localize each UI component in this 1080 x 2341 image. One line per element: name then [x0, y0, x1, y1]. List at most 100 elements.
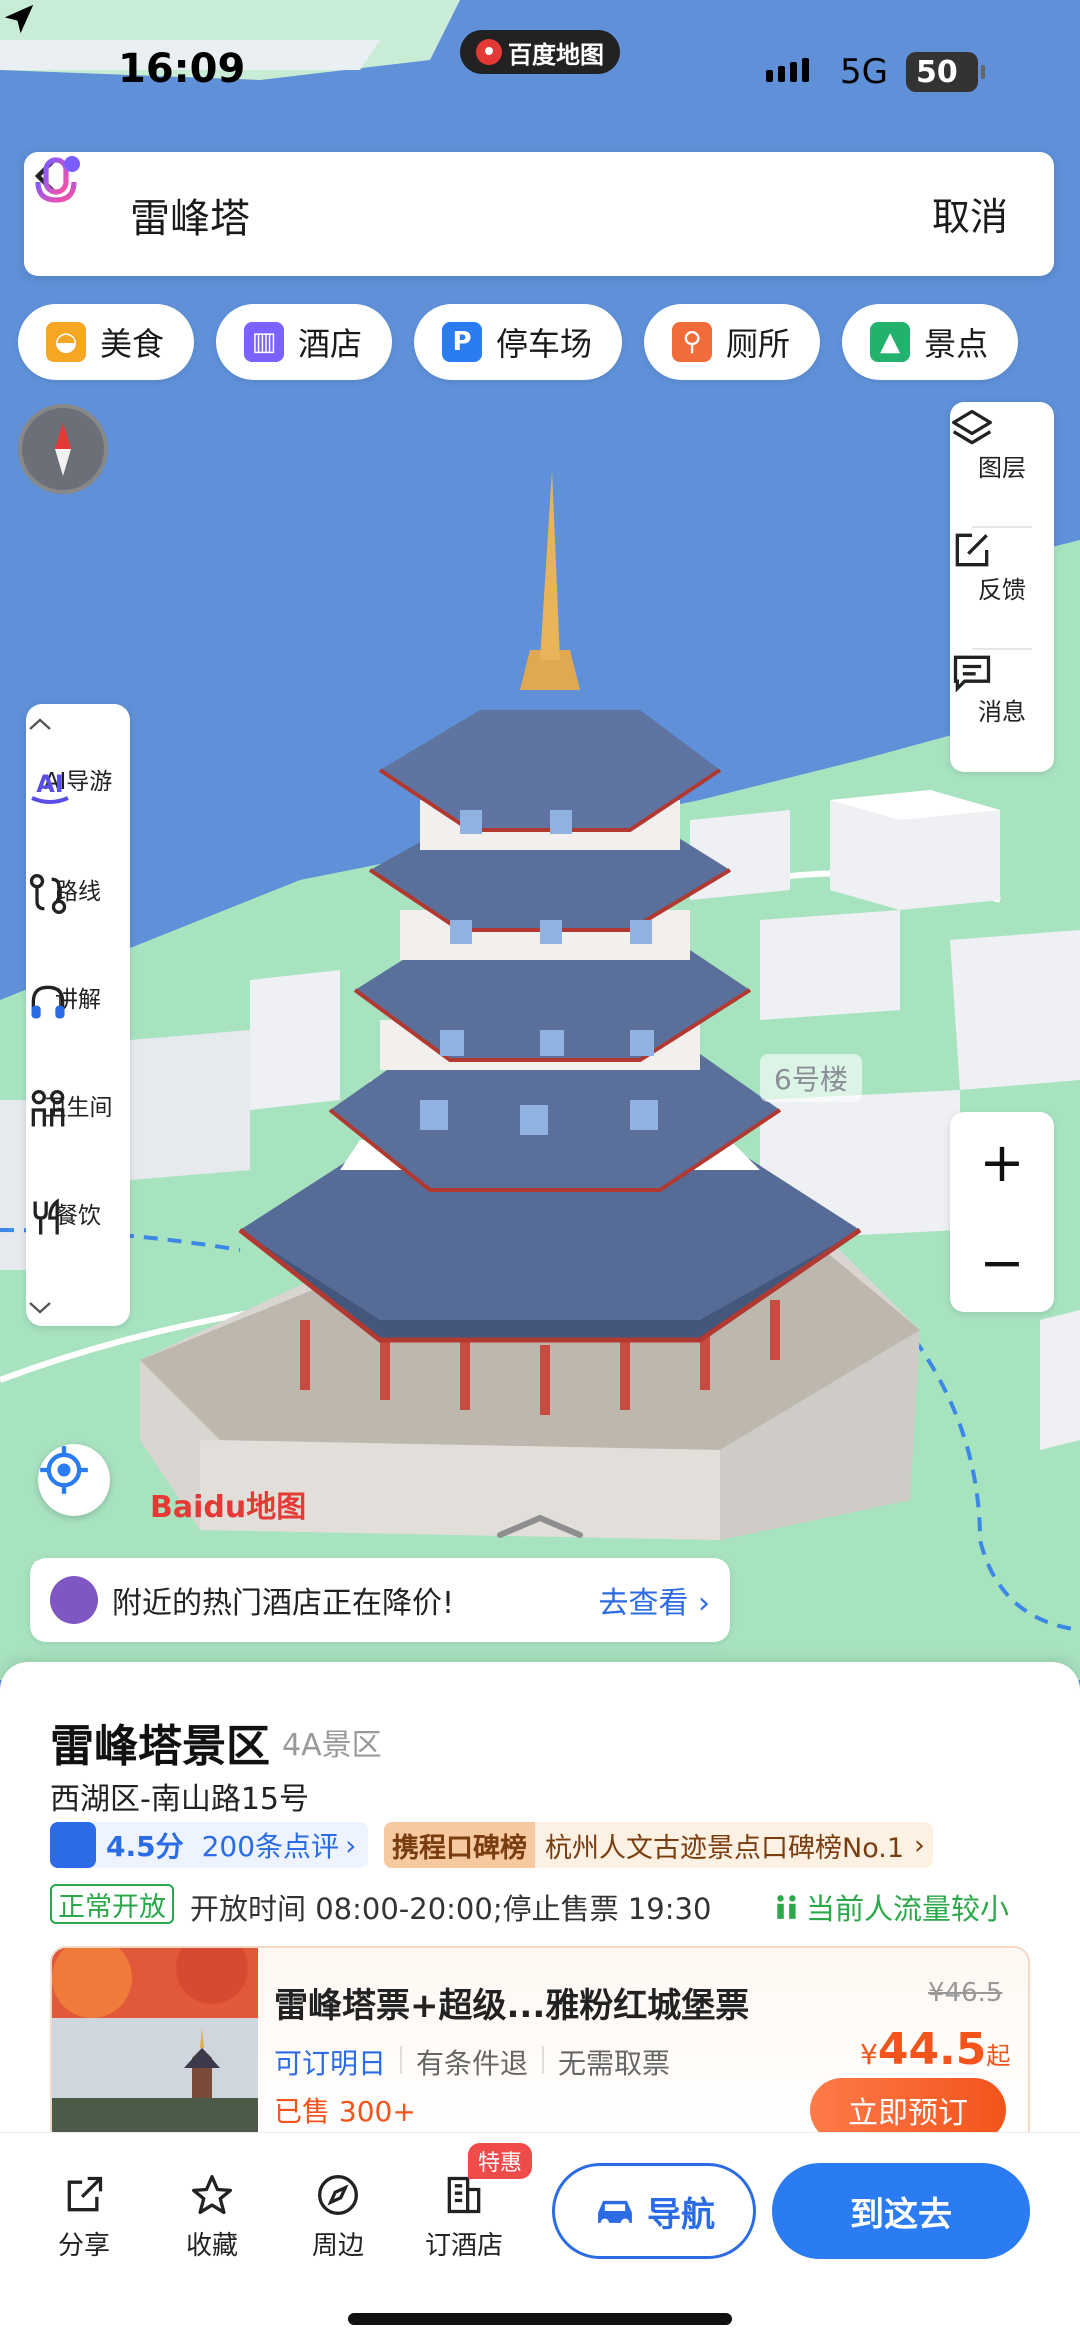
chip-parking[interactable]: P 停车场 — [414, 304, 623, 380]
rating-score: 4.5分 — [106, 1830, 184, 1863]
rating-icon — [50, 1822, 96, 1868]
review-count: 200条点评 — [201, 1830, 340, 1863]
voice-mic-icon[interactable] — [24, 152, 88, 216]
restroom-icon — [31, 1090, 65, 1127]
audio-guide-button[interactable]: 讲解 — [26, 980, 130, 1019]
ticket-title: 雷峰塔票+超级...雅粉红城堡票 — [274, 1986, 750, 2026]
chevron-up-icon[interactable] — [26, 716, 54, 732]
star-icon — [192, 2175, 232, 2215]
ticket-tag: 有条件退 — [416, 2047, 529, 2080]
go-here-button[interactable]: 到这去 — [772, 2163, 1030, 2259]
share-label: 分享 — [57, 2231, 110, 2261]
message-label: 消息 — [978, 697, 1026, 726]
navigate-button[interactable]: 导航 — [552, 2163, 756, 2259]
battery-icon: 50 — [906, 52, 985, 92]
cancel-button[interactable]: 取消 — [932, 186, 1008, 241]
book-hotel-button[interactable]: 订酒店 — [414, 2173, 514, 2262]
baidu-logo: Baidu地图 — [150, 1490, 307, 1525]
ticket-thumbnail — [52, 1948, 258, 2144]
chip-label: 美食 — [100, 325, 165, 363]
map-view[interactable]: 16:09 百度地图 5G 50 雷峰塔 取消 ◒ 美食 ▥ 酒店 P 停车场 … — [0, 0, 1080, 1680]
nearby-label: 周边 — [311, 2231, 364, 2261]
open-status-badge: 正常开放 — [50, 1884, 174, 1924]
favorite-button[interactable]: 收藏 — [162, 2173, 262, 2262]
building-label[interactable]: 6号楼 — [760, 1054, 862, 1102]
poi-level: 4A景区 — [282, 1728, 382, 1763]
hotel-promo-banner[interactable]: 附近的热门酒店正在降价! 去查看 › — [30, 1558, 730, 1642]
category-chips: ◒ 美食 ▥ 酒店 P 停车场 ⚲ 厕所 ▲ 景点 — [18, 304, 1019, 380]
crowd-status: 当前人流量较小 — [774, 1886, 1009, 1928]
chip-label: 景点 — [924, 325, 989, 363]
chip-restroom[interactable]: ⚲ 厕所 — [644, 304, 821, 380]
navigate-label: 导航 — [647, 2194, 715, 2235]
chevron-down-icon[interactable] — [26, 1300, 54, 1316]
feedback-label: 反馈 — [978, 575, 1026, 604]
zoom-out-button[interactable]: − — [950, 1212, 1054, 1312]
compass-button[interactable] — [18, 404, 108, 494]
message-icon — [953, 655, 991, 693]
feedback-button[interactable]: 反馈 — [950, 528, 1054, 646]
chip-scenic[interactable]: ▲ 景点 — [842, 304, 1019, 380]
locate-button[interactable] — [38, 1444, 110, 1516]
scenic-icon: ▲ — [870, 322, 911, 362]
compass-icon — [55, 422, 71, 476]
layers-icon — [952, 409, 992, 445]
locate-icon — [40, 1446, 88, 1494]
chip-label: 厕所 — [726, 325, 791, 363]
svg-text:AI: AI — [36, 770, 64, 798]
app-indicator[interactable]: 百度地图 — [460, 30, 620, 74]
car-icon — [598, 2200, 632, 2228]
layers-label: 图层 — [978, 453, 1026, 482]
restroom-icon: ⚲ — [672, 322, 713, 362]
signal-icon — [766, 58, 809, 82]
restroom-button[interactable]: 卫生间 — [26, 1088, 130, 1127]
battery-level: 50 — [916, 54, 958, 90]
food-icon: ◒ — [46, 322, 86, 362]
poi-title: 雷峰塔景区 — [50, 1721, 270, 1772]
dining-button[interactable]: 餐饮 — [26, 1196, 130, 1235]
compass-nearby-icon — [318, 2175, 358, 2215]
left-toolbar: AI AI导游 路线 讲解 卫生间 餐饮 — [26, 704, 130, 1326]
route-icon — [29, 874, 67, 914]
hotel-deal-badge: 特惠 — [468, 2143, 533, 2179]
ranking-badge: 携程口碑榜 — [384, 1822, 535, 1868]
message-button[interactable]: 消息 — [950, 650, 1054, 768]
ai-guide-button[interactable]: AI AI导游 — [26, 762, 130, 804]
layers-button[interactable]: 图层 — [950, 406, 1054, 524]
app-pin-icon — [476, 39, 502, 65]
hotel-icon: ▥ — [244, 322, 285, 362]
ranking-chip[interactable]: 携程口碑榜 杭州人文古迹景点口碑榜No.1 › — [384, 1822, 933, 1868]
favorite-label: 收藏 — [185, 2231, 238, 2261]
chip-food[interactable]: ◒ 美食 — [18, 304, 195, 380]
rating-chip[interactable]: 4.5分 200条点评 › — [50, 1822, 369, 1868]
chevron-right-icon: › — [345, 1828, 357, 1862]
chevron-right-icon: › — [914, 1829, 925, 1861]
zoom-in-button[interactable]: + — [950, 1112, 1054, 1212]
feedback-icon — [955, 533, 989, 567]
crowd-icon — [777, 1895, 796, 1919]
ticket-tag: 无需取票 — [558, 2047, 671, 2080]
nearby-button[interactable]: 周边 — [288, 2173, 388, 2262]
bottom-action-bar: 分享 收藏 周边 订酒店 特惠 导航 到这去 — [0, 2132, 1080, 2341]
route-button[interactable]: 路线 — [26, 872, 130, 914]
app-name: 百度地图 — [508, 40, 604, 69]
zoom-control: + − — [950, 1112, 1054, 1312]
hotel-icon — [447, 2176, 481, 2214]
hotel-promo-icon — [34, 1561, 98, 1624]
ai-guide-icon: AI — [31, 770, 69, 804]
share-button[interactable]: 分享 — [34, 2173, 134, 2262]
promo-link[interactable]: 去查看 › — [598, 1578, 710, 1622]
crowd-text: 当前人流量较小 — [806, 1892, 1010, 1926]
right-toolbar: 图层 反馈 消息 — [950, 402, 1054, 772]
promo-text: 附近的热门酒店正在降价! — [112, 1586, 455, 1621]
chip-label: 停车场 — [496, 325, 593, 363]
network-type: 5G — [840, 52, 888, 92]
location-arrow-icon — [4, 4, 34, 34]
home-indicator[interactable] — [348, 2313, 732, 2325]
search-input[interactable]: 雷峰塔 — [130, 186, 250, 244]
chip-hotel[interactable]: ▥ 酒店 — [216, 304, 393, 380]
parking-icon: P — [442, 322, 483, 362]
ticket-card[interactable]: 雷峰塔票+超级...雅粉红城堡票 ¥46.5 可订明日 有条件退 无需取票 ¥4… — [50, 1946, 1030, 2146]
search-bar[interactable]: 雷峰塔 取消 — [24, 152, 1054, 276]
opening-hours: 开放时间 08:00-20:00;停止售票 19:30 — [190, 1892, 712, 1926]
